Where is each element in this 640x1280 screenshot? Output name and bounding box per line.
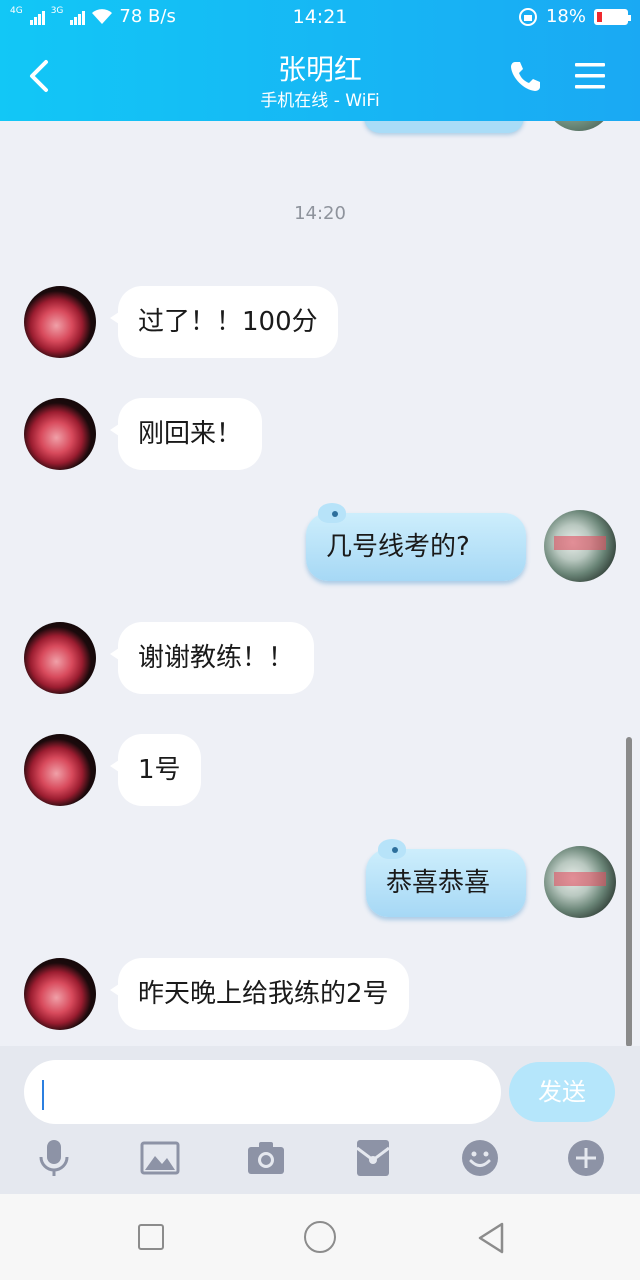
outgoing-message-text: 恭喜恭喜 (386, 868, 491, 898)
my-avatar[interactable] (544, 846, 616, 918)
camera-icon[interactable] (246, 1138, 286, 1178)
input-bar: 发送 (0, 1046, 640, 1194)
incoming-message[interactable]: 1号 (110, 734, 201, 806)
plus-icon[interactable] (566, 1138, 606, 1178)
contact-name: 张明红 (277, 53, 362, 86)
message-input[interactable] (24, 1060, 501, 1124)
microphone-icon[interactable] (34, 1138, 74, 1178)
incoming-message[interactable]: 昨天晚上给我练的2号 (110, 958, 409, 1030)
red-packet-icon[interactable] (353, 1138, 393, 1178)
home-icon[interactable] (304, 1221, 336, 1253)
incoming-message[interactable]: 谢谢教练！！ (109, 622, 315, 694)
menu-button[interactable] (572, 58, 608, 94)
outgoing-message-text: 几号线考的? (326, 532, 470, 562)
system-nav-bar (0, 1194, 640, 1280)
phone-call-button[interactable] (508, 58, 544, 94)
battery-icon (594, 8, 631, 25)
contact-avatar[interactable] (24, 286, 96, 358)
battery-percent: 18% (545, 6, 586, 27)
recent-apps-icon[interactable] (138, 1224, 164, 1250)
incoming-message[interactable]: 刚回来！ (109, 398, 263, 470)
message-timestamp: 14:20 (294, 203, 346, 224)
back-icon[interactable] (474, 1220, 510, 1256)
contact-avatar[interactable] (24, 622, 96, 694)
image-icon[interactable] (140, 1138, 180, 1178)
status-right: 18% (518, 6, 631, 27)
bubble-pet-decoration (392, 847, 398, 853)
incoming-message[interactable]: 过了！！100分 (110, 286, 338, 358)
contact-avatar[interactable] (24, 958, 96, 1030)
chat-header: 4G 3G 78 B/s 14:21 18% 张明红 手机在线 - WiFi (0, 0, 640, 121)
battery-level (597, 11, 602, 22)
chat-scrollbar[interactable] (626, 737, 632, 1046)
contact-avatar[interactable] (24, 398, 96, 470)
status-bar: 4G 3G 78 B/s 14:21 18% (0, 0, 640, 34)
contact-status: 手机在线 - WiFi (260, 91, 380, 111)
partial-message-bubble[interactable] (364, 121, 524, 133)
rotation-lock-icon (518, 7, 537, 26)
my-avatar[interactable] (544, 121, 614, 131)
bubble-pet-decoration (332, 511, 338, 517)
my-avatar[interactable] (544, 510, 616, 582)
outgoing-message[interactable]: 几号线考的? (306, 503, 526, 581)
chat-area[interactable]: 14:20 过了！！100分 刚回来！ 几号线考的? 谢谢教练！！ 1号 恭喜恭… (0, 121, 640, 1046)
contact-avatar[interactable] (24, 734, 96, 806)
outgoing-message[interactable]: 恭喜恭喜 (366, 839, 526, 917)
send-button[interactable]: 发送 (509, 1062, 615, 1122)
emoji-icon[interactable] (460, 1138, 500, 1178)
text-cursor (42, 1080, 44, 1110)
